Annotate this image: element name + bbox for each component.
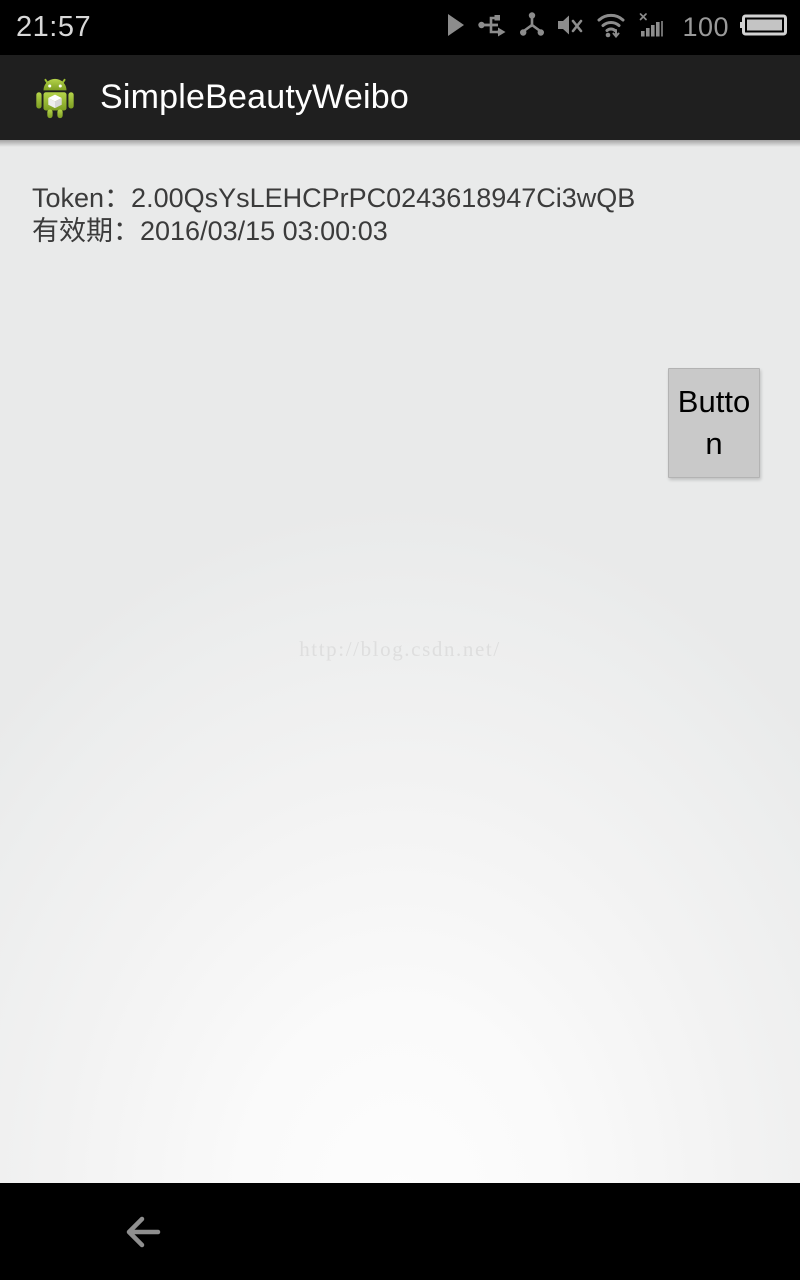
arrow-left-icon[interactable] [120, 1202, 182, 1262]
main-content: Token：2.00QsYsLEHCPrPC0243618947Ci3wQB 有… [0, 140, 800, 1183]
button[interactable]: Button [668, 368, 760, 478]
cellular-signal-no-service-icon [638, 12, 668, 43]
app-title: SimpleBeautyWeibo [100, 78, 409, 116]
battery-icon [740, 12, 788, 43]
volume-mute-icon [556, 12, 586, 43]
status-bar: 21:57 100 [0, 0, 800, 55]
wifi-download-icon [597, 12, 627, 43]
usb-icon [478, 12, 508, 43]
status-bar-clock: 21:57 [16, 11, 92, 43]
action-bar: SimpleBeautyWeibo [0, 55, 800, 140]
play-icon [445, 12, 467, 43]
watermark-text: http://blog.csdn.net/ [299, 637, 501, 661]
token-info-block: Token：2.00QsYsLEHCPrPC0243618947Ci3wQB 有… [32, 182, 732, 248]
token-line: Token：2.00QsYsLEHCPrPC0243618947Ci3wQB [32, 183, 636, 213]
android-device-screen: 21:57 100 SimpleBeautyWeibo Token：2.00Qs… [0, 0, 800, 1280]
android-robot-icon [32, 75, 78, 121]
status-bar-icon-tray: 100 [445, 12, 788, 43]
battery-percent-label: 100 [682, 12, 729, 42]
navigation-bar [0, 1183, 800, 1280]
share-nodes-icon [519, 12, 545, 43]
expiry-line: 有效期：2016/03/15 03:00:03 [32, 216, 388, 246]
